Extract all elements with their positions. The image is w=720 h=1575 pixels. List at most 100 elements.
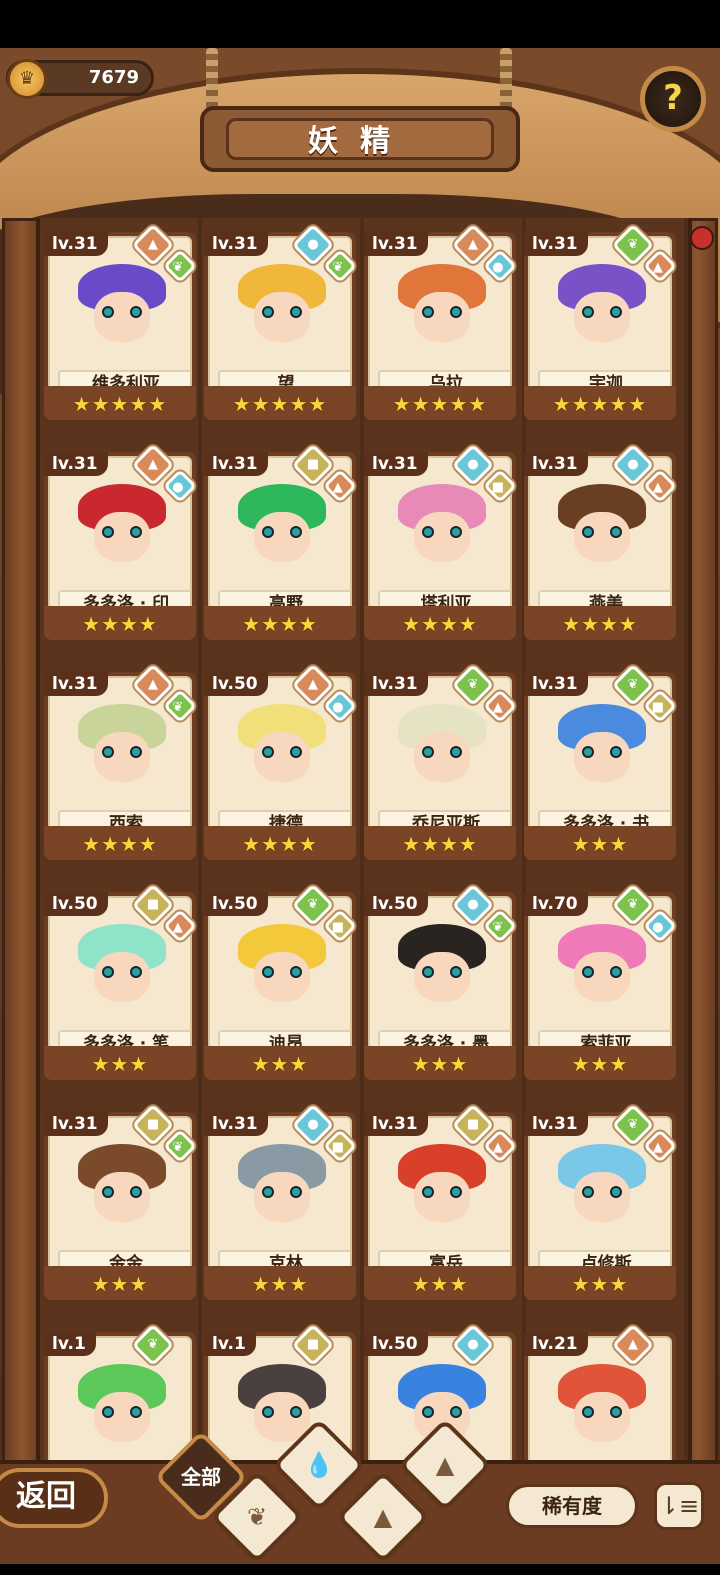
level-tag: lv.31 xyxy=(524,672,588,696)
filter-all-label: 全部 xyxy=(181,1465,221,1489)
fairy-card[interactable]: 多多洛 · 墨 lv.50 ● ❦ ★★★ xyxy=(364,883,517,1080)
fairy-card[interactable]: 富岳 lv.31 ■ ▲ ★★★ xyxy=(364,1103,517,1300)
peak-icon: ▲ xyxy=(435,1451,455,1479)
star-rating: ★★★ xyxy=(571,1272,629,1296)
fairy-portrait xyxy=(72,1144,172,1236)
card-footer: ★★★★ xyxy=(364,606,516,640)
card-footer: ★★★ xyxy=(44,1266,196,1300)
coin-counter: ♛ 7679 xyxy=(6,59,154,99)
fairy-portrait xyxy=(552,704,652,796)
star-rating: ★★★★★ xyxy=(552,392,648,416)
level-tag: lv.31 xyxy=(364,232,428,256)
fairy-card[interactable]: 乔尼亚斯 lv.31 ❦ ▲ ★★★★ xyxy=(364,663,517,860)
sort-order-icon: ⇂≡ xyxy=(658,1492,700,1520)
help-icon: ? xyxy=(663,78,683,118)
star-rating: ★★★ xyxy=(571,1052,629,1076)
level-tag: lv.31 xyxy=(204,452,268,476)
level-tag: lv.31 xyxy=(364,1112,428,1136)
fairy-portrait xyxy=(72,924,172,1016)
back-label: 返回 xyxy=(16,1479,76,1514)
back-button[interactable]: 返回 xyxy=(0,1468,108,1528)
card-footer: ★★★ xyxy=(524,1266,676,1300)
fairy-portrait xyxy=(232,704,332,796)
star-rating: ★★★★★ xyxy=(232,392,328,416)
star-rating: ★★★★ xyxy=(242,832,318,856)
level-tag: lv.1 xyxy=(44,1332,96,1356)
level-tag: lv.50 xyxy=(364,892,428,916)
level-tag: lv.31 xyxy=(44,452,108,476)
fairy-card[interactable]: 捷德 lv.50 ▲ ● ★★★★ xyxy=(204,663,357,860)
fairy-portrait xyxy=(392,704,492,796)
card-footer: ★★★★ xyxy=(524,606,676,640)
fairy-portrait xyxy=(392,1144,492,1236)
star-rating: ★★★★ xyxy=(242,612,318,636)
fairy-portrait xyxy=(392,924,492,1016)
title-sign: 妖精 xyxy=(200,106,520,172)
fairy-collection-screen: ♛ 7679 ? 妖精 维多利亚 lv.31 ▲ ❦ ★★★★★ 望 lv.31 ● ❦ ★★★★… xyxy=(0,48,720,1560)
card-footer: ★★★★ xyxy=(204,606,356,640)
fairy-card[interactable]: 宇迦 lv.31 ❦ ▲ ★★★★★ xyxy=(524,223,677,420)
star-rating: ★★★★ xyxy=(402,832,478,856)
coin-icon: ♛ xyxy=(7,59,47,99)
droplet-icon: 💧 xyxy=(304,1451,334,1479)
card-footer: ★★★ xyxy=(44,1046,196,1080)
coin-value: 7679 xyxy=(88,67,139,88)
level-tag: lv.31 xyxy=(524,452,588,476)
level-tag: lv.70 xyxy=(524,892,588,916)
level-tag: lv.31 xyxy=(44,1112,108,1136)
level-tag: lv.31 xyxy=(524,1112,588,1136)
level-tag: lv.50 xyxy=(204,892,268,916)
sort-order-button[interactable]: ⇂≡ xyxy=(654,1482,704,1530)
fairy-card[interactable]: 西索 lv.31 ▲ ❦ ★★★★ xyxy=(44,663,197,860)
fairy-card[interactable]: 高野 lv.31 ■ ▲ ★★★★ xyxy=(204,443,357,640)
help-button[interactable]: ? xyxy=(640,66,706,132)
mountain-icon: ▲ xyxy=(373,1503,393,1531)
fairy-card[interactable]: 多多洛 · 书 lv.31 ❦ ■ ★★★ xyxy=(524,663,677,860)
page-title: 妖精 xyxy=(308,124,412,159)
fairy-portrait xyxy=(392,484,492,576)
card-footer: ★★★ xyxy=(204,1046,356,1080)
ladybug-icon xyxy=(690,226,714,250)
fairy-card[interactable]: 维多利亚 lv.31 ▲ ❦ ★★★★★ xyxy=(44,223,197,420)
card-footer: ★★★★★ xyxy=(44,386,196,420)
level-tag: lv.31 xyxy=(204,1112,268,1136)
sort-rarity-button[interactable]: 稀有度 xyxy=(506,1484,638,1528)
fairy-card[interactable]: 塔利亚 lv.31 ● ■ ★★★★ xyxy=(364,443,517,640)
level-tag: lv.31 xyxy=(44,672,108,696)
fairy-card[interactable]: 多多洛 · 笔 lv.50 ■ ▲ ★★★ xyxy=(44,883,197,1080)
level-tag: lv.21 xyxy=(524,1332,588,1356)
level-tag: lv.50 xyxy=(44,892,108,916)
fairy-portrait xyxy=(552,1364,652,1456)
star-rating: ★★★★ xyxy=(82,612,158,636)
star-rating: ★★★★★ xyxy=(392,392,488,416)
star-rating: ★★★ xyxy=(251,1052,309,1076)
fairy-card[interactable]: 迪昂 lv.50 ❦ ■ ★★★ xyxy=(204,883,357,1080)
fairy-card[interactable]: 索菲亚 lv.70 ❦ ● ★★★ xyxy=(524,883,677,1080)
star-rating: ★★★ xyxy=(411,1272,469,1296)
card-footer: ★★★ xyxy=(524,1046,676,1080)
fairy-card[interactable]: 燕美 lv.31 ● ▲ ★★★★ xyxy=(524,443,677,640)
card-footer: ★★★★ xyxy=(44,606,196,640)
fairy-card[interactable]: 多多洛 · 印 lv.31 ▲ ● ★★★★ xyxy=(44,443,197,640)
star-rating: ★★★★ xyxy=(402,612,478,636)
fairy-portrait xyxy=(552,484,652,576)
star-rating: ★★★ xyxy=(91,1052,149,1076)
card-footer: ★★★ xyxy=(524,826,676,860)
fairy-card[interactable]: 克林 lv.31 ● ■ ★★★ xyxy=(204,1103,357,1300)
fairy-card[interactable]: 望 lv.31 ● ❦ ★★★★★ xyxy=(204,223,357,420)
fairy-card[interactable]: 卢修斯 lv.31 ❦ ▲ ★★★ xyxy=(524,1103,677,1300)
sprout-icon: ❦ xyxy=(246,1503,268,1531)
star-rating: ★★★ xyxy=(411,1052,469,1076)
fairy-card[interactable]: 金金 lv.31 ■ ❦ ★★★ xyxy=(44,1103,197,1300)
fairy-card[interactable]: 乌拉 lv.31 ▲ ● ★★★★★ xyxy=(364,223,517,420)
level-tag: lv.31 xyxy=(204,232,268,256)
fairy-portrait xyxy=(72,704,172,796)
card-footer: ★★★★★ xyxy=(204,386,356,420)
card-footer: ★★★★★ xyxy=(524,386,676,420)
level-tag: lv.50 xyxy=(204,672,268,696)
fairy-portrait xyxy=(232,924,332,1016)
card-footer: ★★★★★ xyxy=(364,386,516,420)
fairy-portrait xyxy=(72,264,172,356)
fairy-portrait xyxy=(232,1144,332,1236)
card-footer: ★★★ xyxy=(364,1046,516,1080)
